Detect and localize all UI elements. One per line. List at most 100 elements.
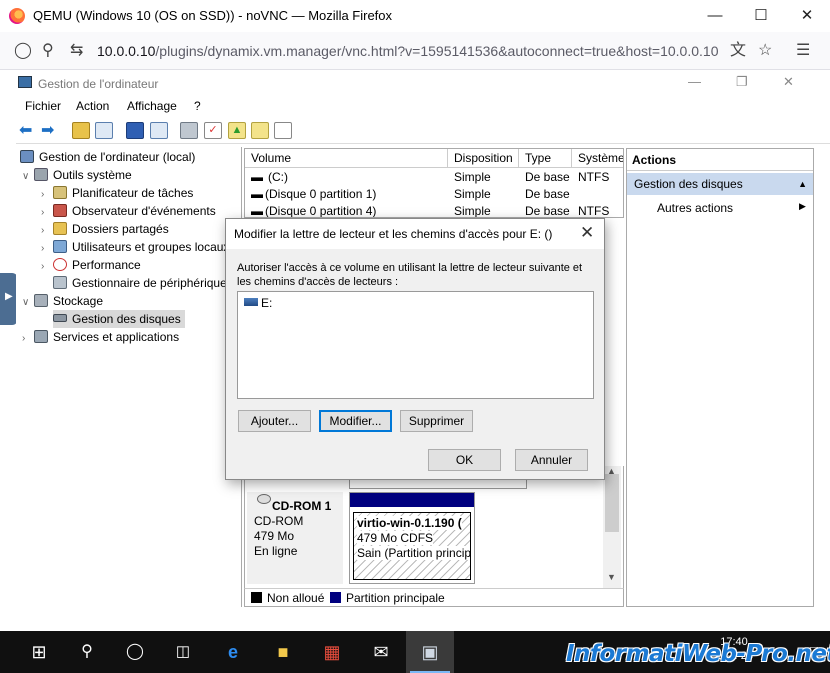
table-row[interactable]: ▬ (Disque 0 partition 4) Simple De base … (245, 203, 623, 218)
actions-section-disk-management[interactable]: Gestion des disques ▲ (627, 173, 813, 195)
app-minimize-button[interactable]: — (688, 74, 701, 89)
partition-body[interactable]: virtio-win-0.1.190 ( 479 Mo CDFS Sain (P… (353, 512, 471, 580)
app-restore-button[interactable]: ❐ (736, 74, 748, 90)
actions-item-label: Autres actions (657, 201, 734, 215)
up-folder-icon[interactable] (72, 122, 90, 139)
menu-hamburger-icon[interactable]: ☰ (796, 41, 810, 61)
show-hide-tree-icon[interactable] (95, 122, 113, 139)
collapse-arrow-icon[interactable]: ∨ (22, 294, 34, 312)
cell-disposition: Simple (454, 204, 491, 218)
tree-item-root[interactable]: Gestion de l'ordinateur (local) (20, 148, 195, 166)
search-icon[interactable] (251, 122, 269, 139)
file-explorer-icon[interactable]: ■ (259, 631, 307, 673)
menu-action[interactable]: Action (76, 99, 109, 113)
firefox-navbar: ◯ ⚲ ⇆ 10.0.0.10/plugins/dynamix.vm.manag… (0, 32, 830, 70)
task-view-icon[interactable]: ◫ (159, 631, 207, 673)
properties-icon[interactable] (274, 122, 292, 139)
computer-management-taskbar-icon[interactable]: ▣ (406, 631, 454, 673)
dialog-close-icon[interactable]: ✕ (580, 223, 594, 243)
expand-arrow-icon[interactable]: › (41, 258, 53, 276)
list-item[interactable]: E: (244, 296, 272, 310)
table-row[interactable]: ▬ (Disque 0 partition 1) Simple De base (245, 186, 623, 203)
start-icon[interactable]: ⊞ (15, 631, 63, 673)
tools-icon (34, 168, 48, 181)
tree-item-task-scheduler[interactable]: › Planificateur de tâches (41, 184, 193, 202)
connect-drive-icon[interactable] (180, 122, 198, 139)
close-button[interactable]: ✕ (784, 0, 830, 32)
console-tree: Gestion de l'ordinateur (local) ∨ Outils … (16, 147, 242, 607)
tree-item-local-users[interactable]: › Utilisateurs et groupes locaux (41, 238, 229, 256)
add-button[interactable]: Ajouter... (238, 410, 311, 432)
col-type[interactable]: Type (519, 149, 572, 168)
remove-button[interactable]: Supprimer (400, 410, 473, 432)
modify-button[interactable]: Modifier... (319, 410, 392, 432)
disk-icon (53, 314, 67, 322)
drive-letter-label: E: (261, 296, 273, 310)
drive-icon (244, 298, 258, 306)
col-volume[interactable]: Volume (245, 149, 448, 168)
url-bar[interactable]: 10.0.0.10/plugins/dynamix.vm.manager/vnc… (97, 43, 725, 59)
scroll-down-icon[interactable]: ▼ (607, 572, 616, 582)
help-icon[interactable] (126, 122, 144, 139)
management-app-icon: ▣ (421, 642, 439, 662)
tree-item-performance[interactable]: › Performance (41, 256, 141, 274)
expand-arrow-icon[interactable]: › (22, 330, 34, 348)
import-icon[interactable]: ▲ (228, 122, 246, 139)
back-icon[interactable]: ⬅ (19, 122, 37, 139)
shield-icon[interactable]: ◯ (14, 41, 32, 61)
collapse-arrow-icon[interactable]: ∨ (22, 168, 34, 186)
collapse-triangle-icon[interactable]: ▲ (798, 173, 807, 195)
device-manager-icon (53, 276, 67, 289)
tree-item-device-manager[interactable]: Gestionnaire de périphériques (53, 274, 233, 292)
lock-warning-icon[interactable]: ⚲ (42, 41, 54, 61)
menubar: Fichier Action Affichage ? (16, 96, 830, 116)
col-system[interactable]: Système (572, 149, 623, 168)
firefox-titlebar: QEMU (Windows 10 (OS on SSD)) - noVNC — … (0, 0, 830, 32)
translate-icon[interactable]: 文 (730, 41, 746, 61)
actions-pane: Actions Gestion des disques ▲ Autres acti… (626, 148, 814, 607)
maximize-button[interactable]: ☐ (738, 0, 784, 32)
disk-partition-fragment (349, 480, 527, 489)
menu-fichier[interactable]: Fichier (25, 99, 61, 113)
cortana-icon[interactable]: ◯ (111, 631, 159, 673)
app-close-button[interactable]: ✕ (783, 74, 794, 90)
permissions-icon[interactable]: ⇆ (70, 41, 83, 61)
cell-type: De base (525, 170, 570, 184)
bookmark-star-icon[interactable]: ☆ (758, 41, 772, 61)
action-pane-icon[interactable] (150, 122, 168, 139)
volume-list-header: Volume Disposition Type Système (245, 149, 623, 168)
forward-icon[interactable]: ➡ (41, 122, 59, 139)
minimize-button[interactable]: — (692, 0, 738, 32)
cdrom-label-panel[interactable]: CD-ROM 1 CD-ROM 479 Mo En ligne (247, 492, 343, 584)
checklist-icon[interactable]: ✓ (204, 122, 222, 139)
event-viewer-icon (53, 204, 67, 217)
tree-item-shared-folders[interactable]: › Dossiers partagés (41, 220, 169, 238)
tree-item-disk-management[interactable]: Gestion des disques (53, 310, 185, 328)
search-icon[interactable]: ⚲ (63, 631, 111, 673)
scrollbar-thumb[interactable] (605, 474, 619, 532)
drive-path-list[interactable]: E: (237, 291, 594, 399)
tree-item-services-apps[interactable]: › Services et applications (22, 328, 179, 346)
edge-icon[interactable]: e (209, 631, 257, 673)
volume-drive-icon: ▬ (251, 204, 263, 218)
vertical-scrollbar[interactable]: ▲ ▼ (603, 466, 621, 588)
store-icon[interactable]: ▦ (308, 631, 356, 673)
tree-item-storage[interactable]: ∨ Stockage (22, 292, 103, 310)
volume-drive-icon: ▬ (251, 170, 263, 184)
mail-icon[interactable]: ✉ (357, 631, 405, 673)
cancel-button[interactable]: Annuler (515, 449, 588, 471)
col-disposition[interactable]: Disposition (448, 149, 519, 168)
app-title: Gestion de l'ordinateur (38, 77, 159, 91)
cell-volume: (Disque 0 partition 4) (265, 204, 377, 218)
tree-item-system-tools[interactable]: ∨ Outils système (22, 166, 132, 184)
cdrom-partition[interactable]: virtio-win-0.1.190 ( 479 Mo CDFS Sain (P… (349, 492, 475, 584)
cell-system: NTFS (578, 204, 610, 218)
menu-affichage[interactable]: Affichage (127, 99, 177, 113)
table-row[interactable]: ▬ (C:) Simple De base NTFS (245, 169, 623, 186)
computer-management-icon (18, 76, 32, 88)
legend-label: Non alloué (267, 591, 325, 605)
ok-button[interactable]: OK (428, 449, 501, 471)
menu-help[interactable]: ? (194, 99, 201, 113)
actions-more-item[interactable]: Autres actions (657, 201, 733, 215)
tree-item-event-viewer[interactable]: › Observateur d'événements (41, 202, 216, 220)
